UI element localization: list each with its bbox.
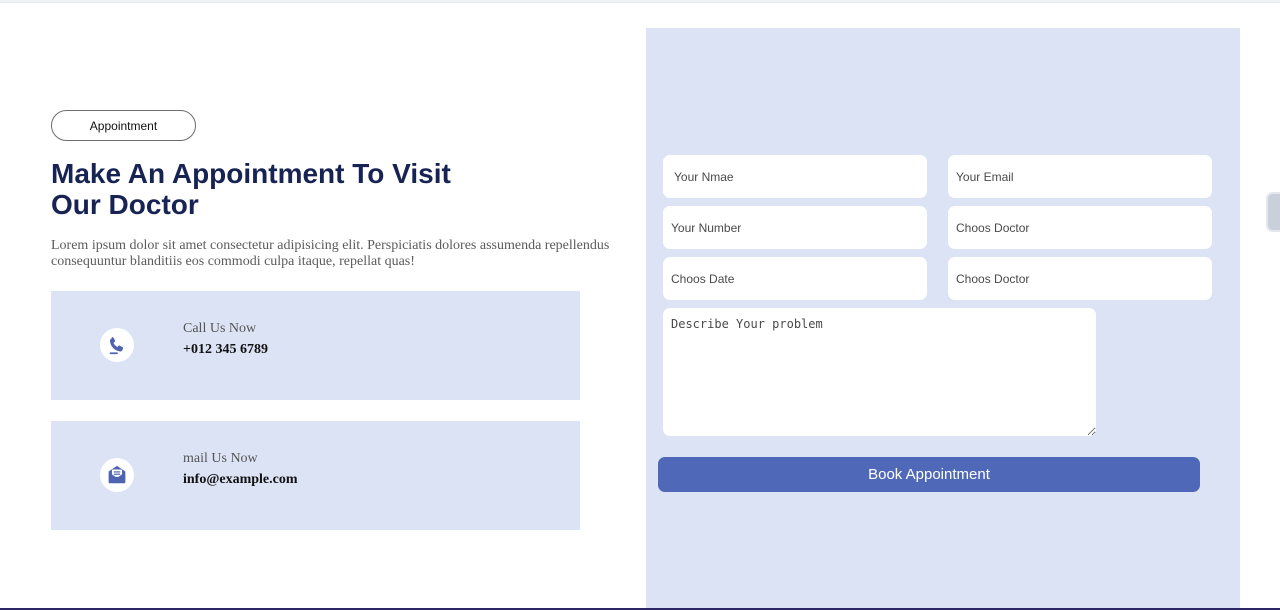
section-badge: Appointment (51, 110, 196, 141)
mail-label: mail Us Now (183, 451, 258, 466)
email-address: info@example.com (183, 472, 298, 487)
call-label: Call Us Now (183, 321, 257, 336)
book-appointment-button[interactable]: Book Appointment (658, 457, 1200, 492)
side-scroll-handle[interactable] (1266, 192, 1280, 232)
phone-number: +012 345 6789 (183, 342, 268, 357)
phone-icon (100, 328, 134, 362)
call-card: Call Us Now +012 345 6789 (51, 291, 580, 400)
section-description: Lorem ipsum dolor sit amet consectetur a… (51, 238, 610, 269)
doctor-input-secondary[interactable] (948, 257, 1212, 300)
page-title: Make An Appointment To Visit Our Doctor (51, 158, 451, 220)
date-input[interactable] (663, 257, 927, 300)
mail-card: mail Us Now info@example.com (51, 421, 580, 530)
name-input[interactable] (663, 155, 927, 198)
top-border (0, 0, 1280, 3)
envelope-icon (100, 458, 134, 492)
doctor-input[interactable] (948, 206, 1212, 249)
problem-textarea[interactable] (663, 308, 1096, 436)
email-input[interactable] (948, 155, 1212, 198)
number-input[interactable] (663, 206, 927, 249)
